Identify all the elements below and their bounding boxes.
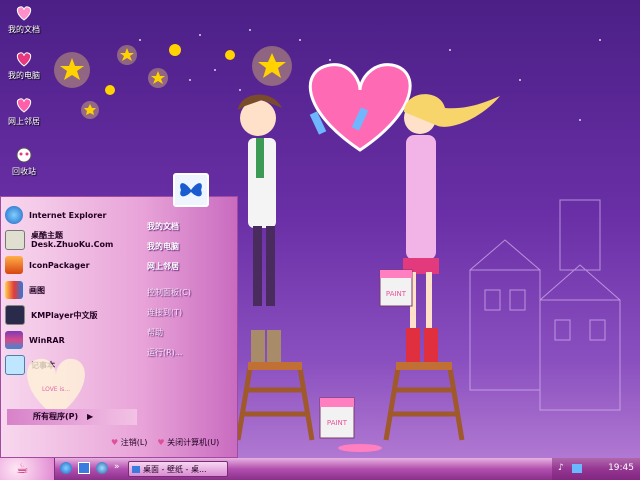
window-icon [132, 466, 140, 473]
taskbar-window-button[interactable]: 桌面 - 壁纸 - 桌... [128, 461, 228, 477]
iconpackager-icon [5, 256, 23, 274]
desktop-icon-my-computer[interactable]: 我的电脑 [2, 50, 46, 81]
start-menu: Internet Explorer 桌酷主题 Desk.ZhuoKu.Com I… [0, 173, 238, 458]
clock[interactable]: 19:45 [608, 463, 634, 473]
paint-puddle [338, 444, 382, 452]
svg-text:LOVE is...: LOVE is... [42, 386, 70, 393]
volume-icon[interactable]: ♪ [558, 463, 564, 473]
start-button[interactable]: ☕ [0, 458, 55, 480]
menu-item-internet-explorer[interactable]: Internet Explorer [5, 203, 143, 227]
menu-link-my-computer[interactable]: 我的电脑 [147, 237, 237, 257]
logoff-button[interactable]: ♥ 注销(L) [111, 437, 147, 451]
paint-can-right: PAINT [379, 269, 413, 307]
ie-quicklaunch-icon[interactable] [60, 462, 72, 474]
menu-link-run[interactable]: 运行(R)... [147, 343, 237, 363]
shutdown-button[interactable]: ♥ 关闭计算机(U) [157, 437, 219, 451]
teacup-icon: ☕ [16, 461, 29, 477]
desktop-icon-network[interactable]: 网上邻居 [2, 96, 46, 127]
all-programs-button[interactable]: 所有程序(P) ▶ [7, 409, 137, 425]
menu-link-help[interactable]: 帮助 [147, 323, 237, 343]
svg-text:PAINT: PAINT [327, 419, 348, 427]
recycle-bin-icon [14, 146, 34, 164]
theme-icon [5, 230, 25, 250]
kmplayer-icon [5, 305, 25, 325]
big-heart [308, 63, 412, 152]
quick-launch [60, 462, 108, 474]
svg-text:PAINT: PAINT [386, 290, 407, 298]
my-computer-icon [14, 50, 34, 68]
network-icon [14, 96, 34, 114]
network-tray-icon[interactable] [572, 464, 582, 473]
paint-can-left: PAINT [319, 397, 355, 439]
paint-icon [5, 281, 23, 299]
menu-link-connect-to[interactable]: 连接到(T) [147, 303, 237, 323]
chevron-icon[interactable]: » [114, 462, 120, 472]
taskbar: ☕ » 桌面 - 壁纸 - 桌... ♪ 19:45 [0, 458, 640, 480]
menu-link-control-panel[interactable]: 控制面板(C) [147, 283, 237, 303]
internet-explorer-icon [5, 206, 23, 224]
heart-icon: ♥ [157, 438, 165, 447]
desktop-icon-my-documents[interactable]: 我的文档 [2, 4, 46, 35]
menu-link-network[interactable]: 网上邻居 [147, 257, 237, 277]
menu-link-my-documents[interactable]: 我的文档 [147, 217, 237, 237]
menu-item-theme[interactable]: 桌酷主题 Desk.ZhuoKu.Com [5, 228, 143, 252]
media-quicklaunch-icon[interactable] [96, 462, 108, 474]
desktop-icon-recycle-bin[interactable]: 回收站 [2, 146, 46, 177]
boy-figure [238, 94, 327, 366]
system-tray: ♪ 19:45 [552, 458, 640, 480]
heart-icon: ♥ [111, 438, 119, 447]
houses-sketch [469, 199, 621, 411]
show-desktop-icon[interactable] [78, 462, 90, 474]
system-links: 我的文档 我的电脑 网上邻居 控制面板(C) 连接到(T) 帮助 运行(R)..… [147, 217, 237, 363]
start-menu-footer: ♥ 注销(L) ♥ 关闭计算机(U) [111, 437, 219, 451]
butterfly-icon [180, 183, 202, 197]
menu-item-iconpackager[interactable]: IconPackager [5, 253, 143, 277]
arrow-right-icon: ▶ [86, 412, 94, 421]
menu-item-kmplayer[interactable]: KMPlayer中文版 [5, 303, 143, 327]
my-documents-icon [14, 4, 34, 22]
user-picture [173, 173, 209, 207]
menu-item-paint[interactable]: 画图 [5, 278, 143, 302]
